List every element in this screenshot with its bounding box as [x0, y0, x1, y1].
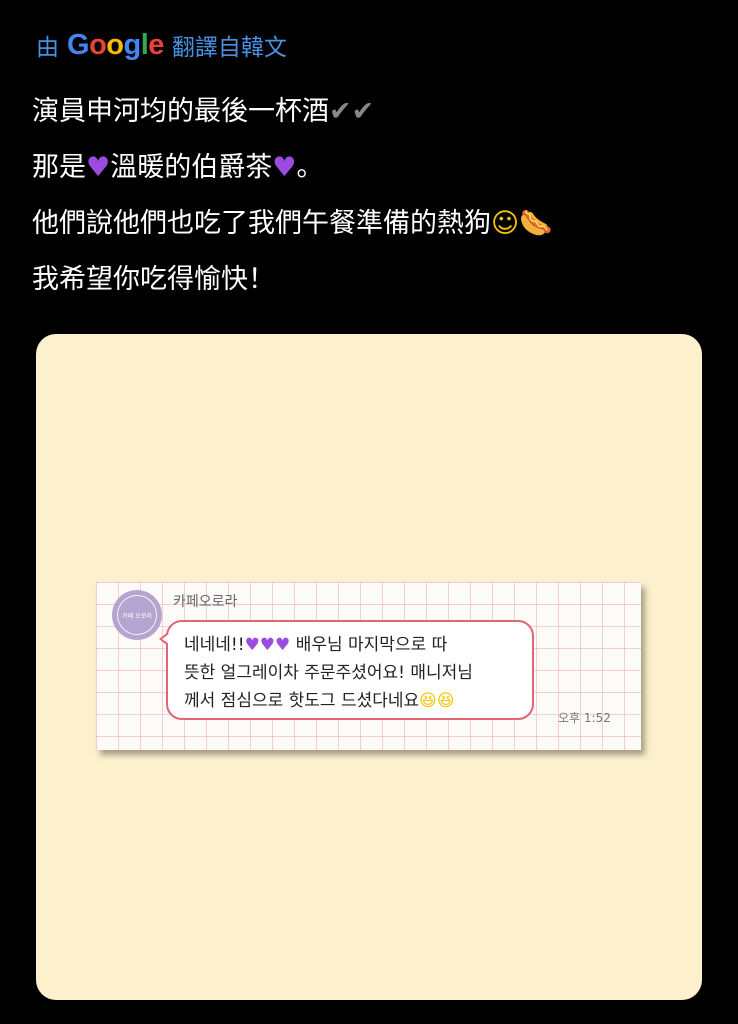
google-logo-letter: o — [106, 28, 124, 61]
attached-image[interactable]: 카페 오로라 카페오로라 네네네!!♥♥♥ 배우님 마지막으로 따 뜻한 얼그레… — [36, 334, 702, 1000]
bubble-tail — [159, 632, 169, 646]
chat-message-line-1: 네네네!!♥♥♥ 배우님 마지막으로 따 — [184, 631, 520, 659]
post-line-3-text: 他們說他們也吃了我們午餐準備的熱狗 — [32, 208, 491, 239]
google-logo-letter: G — [67, 28, 90, 61]
post-line-1-text: 演員申河均的最後一杯酒 — [32, 96, 329, 127]
chat-message-line-2: 뜻한 얼그레이차 주문주셨어요! 매니저님 — [184, 663, 473, 683]
avatar: 카페 오로라 — [112, 590, 162, 640]
purple-heart-icon: ♥♥♥ — [244, 635, 291, 655]
chat-message-bubble: 네네네!!♥♥♥ 배우님 마지막으로 따 뜻한 얼그레이차 주문주셨어요! 매니… — [159, 620, 534, 720]
google-logo-letter: l — [140, 28, 149, 61]
post-line-2-suffix: 。 — [296, 152, 324, 183]
laughing-face-icon: 😆😆 — [419, 691, 455, 711]
chat-sender-name: 카페오로라 — [173, 594, 238, 610]
purple-heart-icon: ♥ — [272, 152, 297, 183]
google-logo-letter: o — [89, 28, 107, 61]
chat-message-line-1-suffix: 배우님 마지막으로 따 — [290, 635, 448, 655]
translated-from-korean-label: 翻譯自韓文 — [171, 35, 287, 61]
translated-by-label: 由 — [36, 35, 59, 61]
google-logo: Google — [67, 29, 164, 62]
post-line-4: 我希望你吃得愉快！ — [32, 264, 275, 295]
check-mark-icon: ✔✔ — [329, 96, 375, 127]
post-line-3: 他們說他們也吃了我們午餐準備的熱狗☺🌭 — [32, 196, 712, 252]
google-logo-letter: e — [148, 28, 164, 61]
chat-message-time: 오후 1:52 — [558, 711, 611, 725]
avatar-logo: 카페 오로라 — [117, 595, 157, 635]
chat-message-line-1-prefix: 네네네!! — [184, 635, 245, 655]
purple-heart-icon: ♥ — [86, 152, 111, 183]
post-line-2-middle: 溫暖的伯爵茶 — [110, 152, 273, 183]
chat-message-line-3-text: 께서 점심으로 핫도그 드셨다네요 — [184, 691, 420, 711]
post-line-2: 那是♥溫暖的伯爵茶♥。 — [32, 140, 712, 196]
post-body: 演員申河均的最後一杯酒✔✔ 那是♥溫暖的伯爵茶♥。 他們說他們也吃了我們午餐準備… — [32, 84, 712, 308]
google-logo-letter: g — [123, 28, 142, 61]
translation-notice[interactable]: 由 Google 翻譯自韓文 — [36, 28, 287, 62]
hotdog-icon: 🌭 — [519, 208, 553, 239]
post-line-2-prefix: 那是 — [32, 152, 86, 183]
post-line-1: 演員申河均的最後一杯酒✔✔ — [32, 84, 712, 140]
yum-face-icon: ☺ — [491, 208, 520, 239]
chat-message-line-3: 께서 점심으로 핫도그 드셨다네요😆😆 — [184, 687, 520, 715]
chat-screenshot: 카페 오로라 카페오로라 네네네!!♥♥♥ 배우님 마지막으로 따 뜻한 얼그레… — [96, 582, 641, 750]
